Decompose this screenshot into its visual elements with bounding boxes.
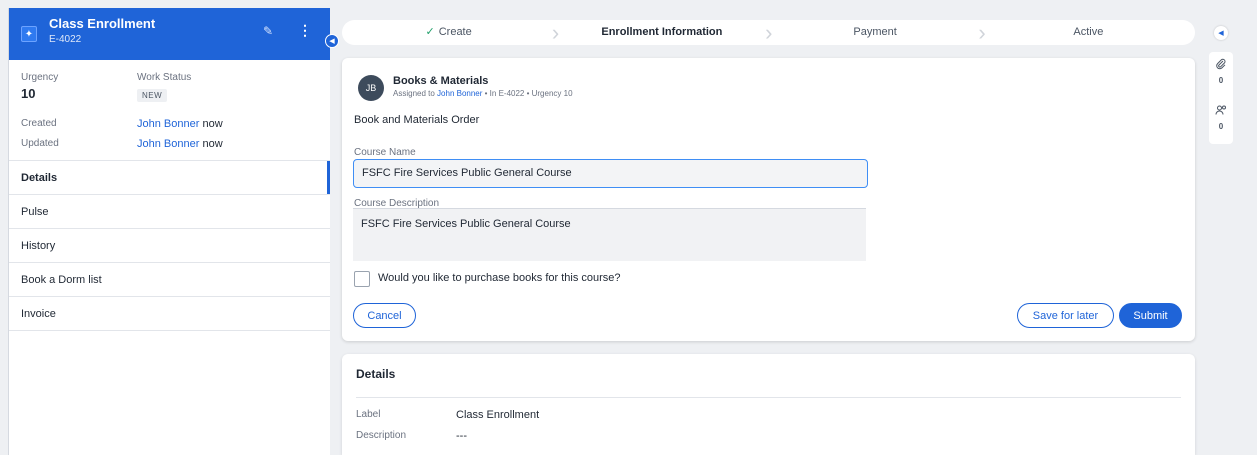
description-field-value: --- — [456, 430, 467, 442]
case-header: ✦ Class Enrollment E-4022 ✎ ⋮ — [9, 8, 330, 60]
updated-label: Updated — [21, 138, 59, 149]
stage-label: Create — [438, 26, 472, 38]
created-time: now — [202, 118, 223, 130]
stage-enrollment-information[interactable]: Enrollment Information › — [555, 20, 772, 45]
submit-button[interactable]: Submit — [1119, 303, 1182, 328]
case-summary: Urgency 10 Work Status NEW Created John … — [9, 60, 330, 160]
course-name-input[interactable]: FSFC Fire Services Public General Course — [353, 159, 868, 188]
stage-active[interactable]: Active — [982, 20, 1195, 45]
attachments-count: 0 — [1218, 76, 1224, 85]
updated-user-link[interactable]: John Bonner — [137, 138, 199, 150]
assignment-card: JB Books & Materials Assigned to John Bo… — [342, 58, 1195, 341]
avatar: JB — [358, 75, 384, 101]
followers-count: 0 — [1218, 122, 1224, 131]
nav-item-details[interactable]: Details — [9, 160, 330, 195]
stage-label: Active — [1073, 26, 1104, 38]
created-label: Created — [21, 118, 57, 129]
nav-item-history[interactable]: History — [9, 228, 330, 262]
assigned-suffix: • In E-4022 • Urgency 10 — [484, 89, 573, 98]
stage-progress-bar: ✓ Create › Enrollment Information › Payme… — [342, 20, 1195, 45]
case-type-icon: ✦ — [21, 26, 37, 42]
attachment-icon[interactable] — [1209, 58, 1233, 73]
assignment-meta: Assigned to John Bonner • In E-4022 • Ur… — [393, 89, 573, 98]
stage-create[interactable]: ✓ Create › — [342, 20, 560, 45]
work-status-label: Work Status — [137, 72, 192, 83]
followers-icon[interactable] — [1209, 104, 1233, 119]
course-name-label: Course Name — [354, 147, 416, 158]
label-field-label: Label — [356, 409, 381, 420]
stage-payment[interactable]: Payment › — [769, 20, 985, 45]
nav-item-invoice[interactable]: Invoice — [9, 296, 330, 330]
course-description-field: FSFC Fire Services Public General Course — [353, 208, 866, 261]
utilities-rail: 0 0 — [1209, 52, 1233, 144]
details-divider — [356, 397, 1181, 398]
form-title: Book and Materials Order — [354, 114, 480, 126]
assigned-prefix: Assigned to — [393, 89, 435, 98]
label-field-value: Class Enrollment — [456, 409, 540, 421]
stage-label: Payment — [853, 26, 897, 38]
check-icon: ✓ — [425, 26, 435, 38]
urgency-value: 10 — [21, 86, 36, 101]
case-nav: Details Pulse History Book a Dorm list I… — [9, 160, 330, 331]
assigned-user-link[interactable]: John Bonner — [437, 89, 482, 98]
details-title: Details — [356, 367, 396, 381]
nav-item-pulse[interactable]: Pulse — [9, 194, 330, 228]
nav-divider — [9, 330, 330, 331]
purchase-books-label[interactable]: Would you like to purchase books for thi… — [378, 272, 621, 284]
edit-pencil-icon[interactable]: ✎ — [263, 24, 273, 38]
created-value: John Bonner now — [137, 118, 223, 130]
case-title: Class Enrollment — [49, 16, 156, 31]
urgency-label: Urgency — [21, 72, 59, 83]
created-user-link[interactable]: John Bonner — [137, 118, 199, 130]
case-id: E-4022 — [49, 34, 82, 45]
nav-item-book-a-dorm-list[interactable]: Book a Dorm list — [9, 262, 330, 296]
purchase-books-checkbox[interactable] — [354, 271, 370, 287]
save-for-later-button[interactable]: Save for later — [1017, 303, 1114, 328]
more-actions-icon[interactable]: ⋮ — [298, 22, 312, 39]
description-field-label: Description — [356, 430, 407, 441]
stage-label: Enrollment Information — [601, 26, 723, 38]
updated-time: now — [202, 138, 223, 150]
cancel-button[interactable]: Cancel — [353, 303, 416, 328]
collapse-right-rail-icon[interactable]: ◀ — [1214, 26, 1228, 40]
assignment-title: Books & Materials — [393, 75, 489, 87]
collapse-left-panel-icon[interactable]: ◀ — [325, 34, 339, 48]
details-card: Details Label Class Enrollment Descripti… — [342, 354, 1195, 455]
updated-value: John Bonner now — [137, 138, 223, 150]
case-summary-panel: ✦ Class Enrollment E-4022 ✎ ⋮ ◀ Urgency … — [8, 8, 339, 455]
status-badge: NEW — [137, 89, 168, 102]
